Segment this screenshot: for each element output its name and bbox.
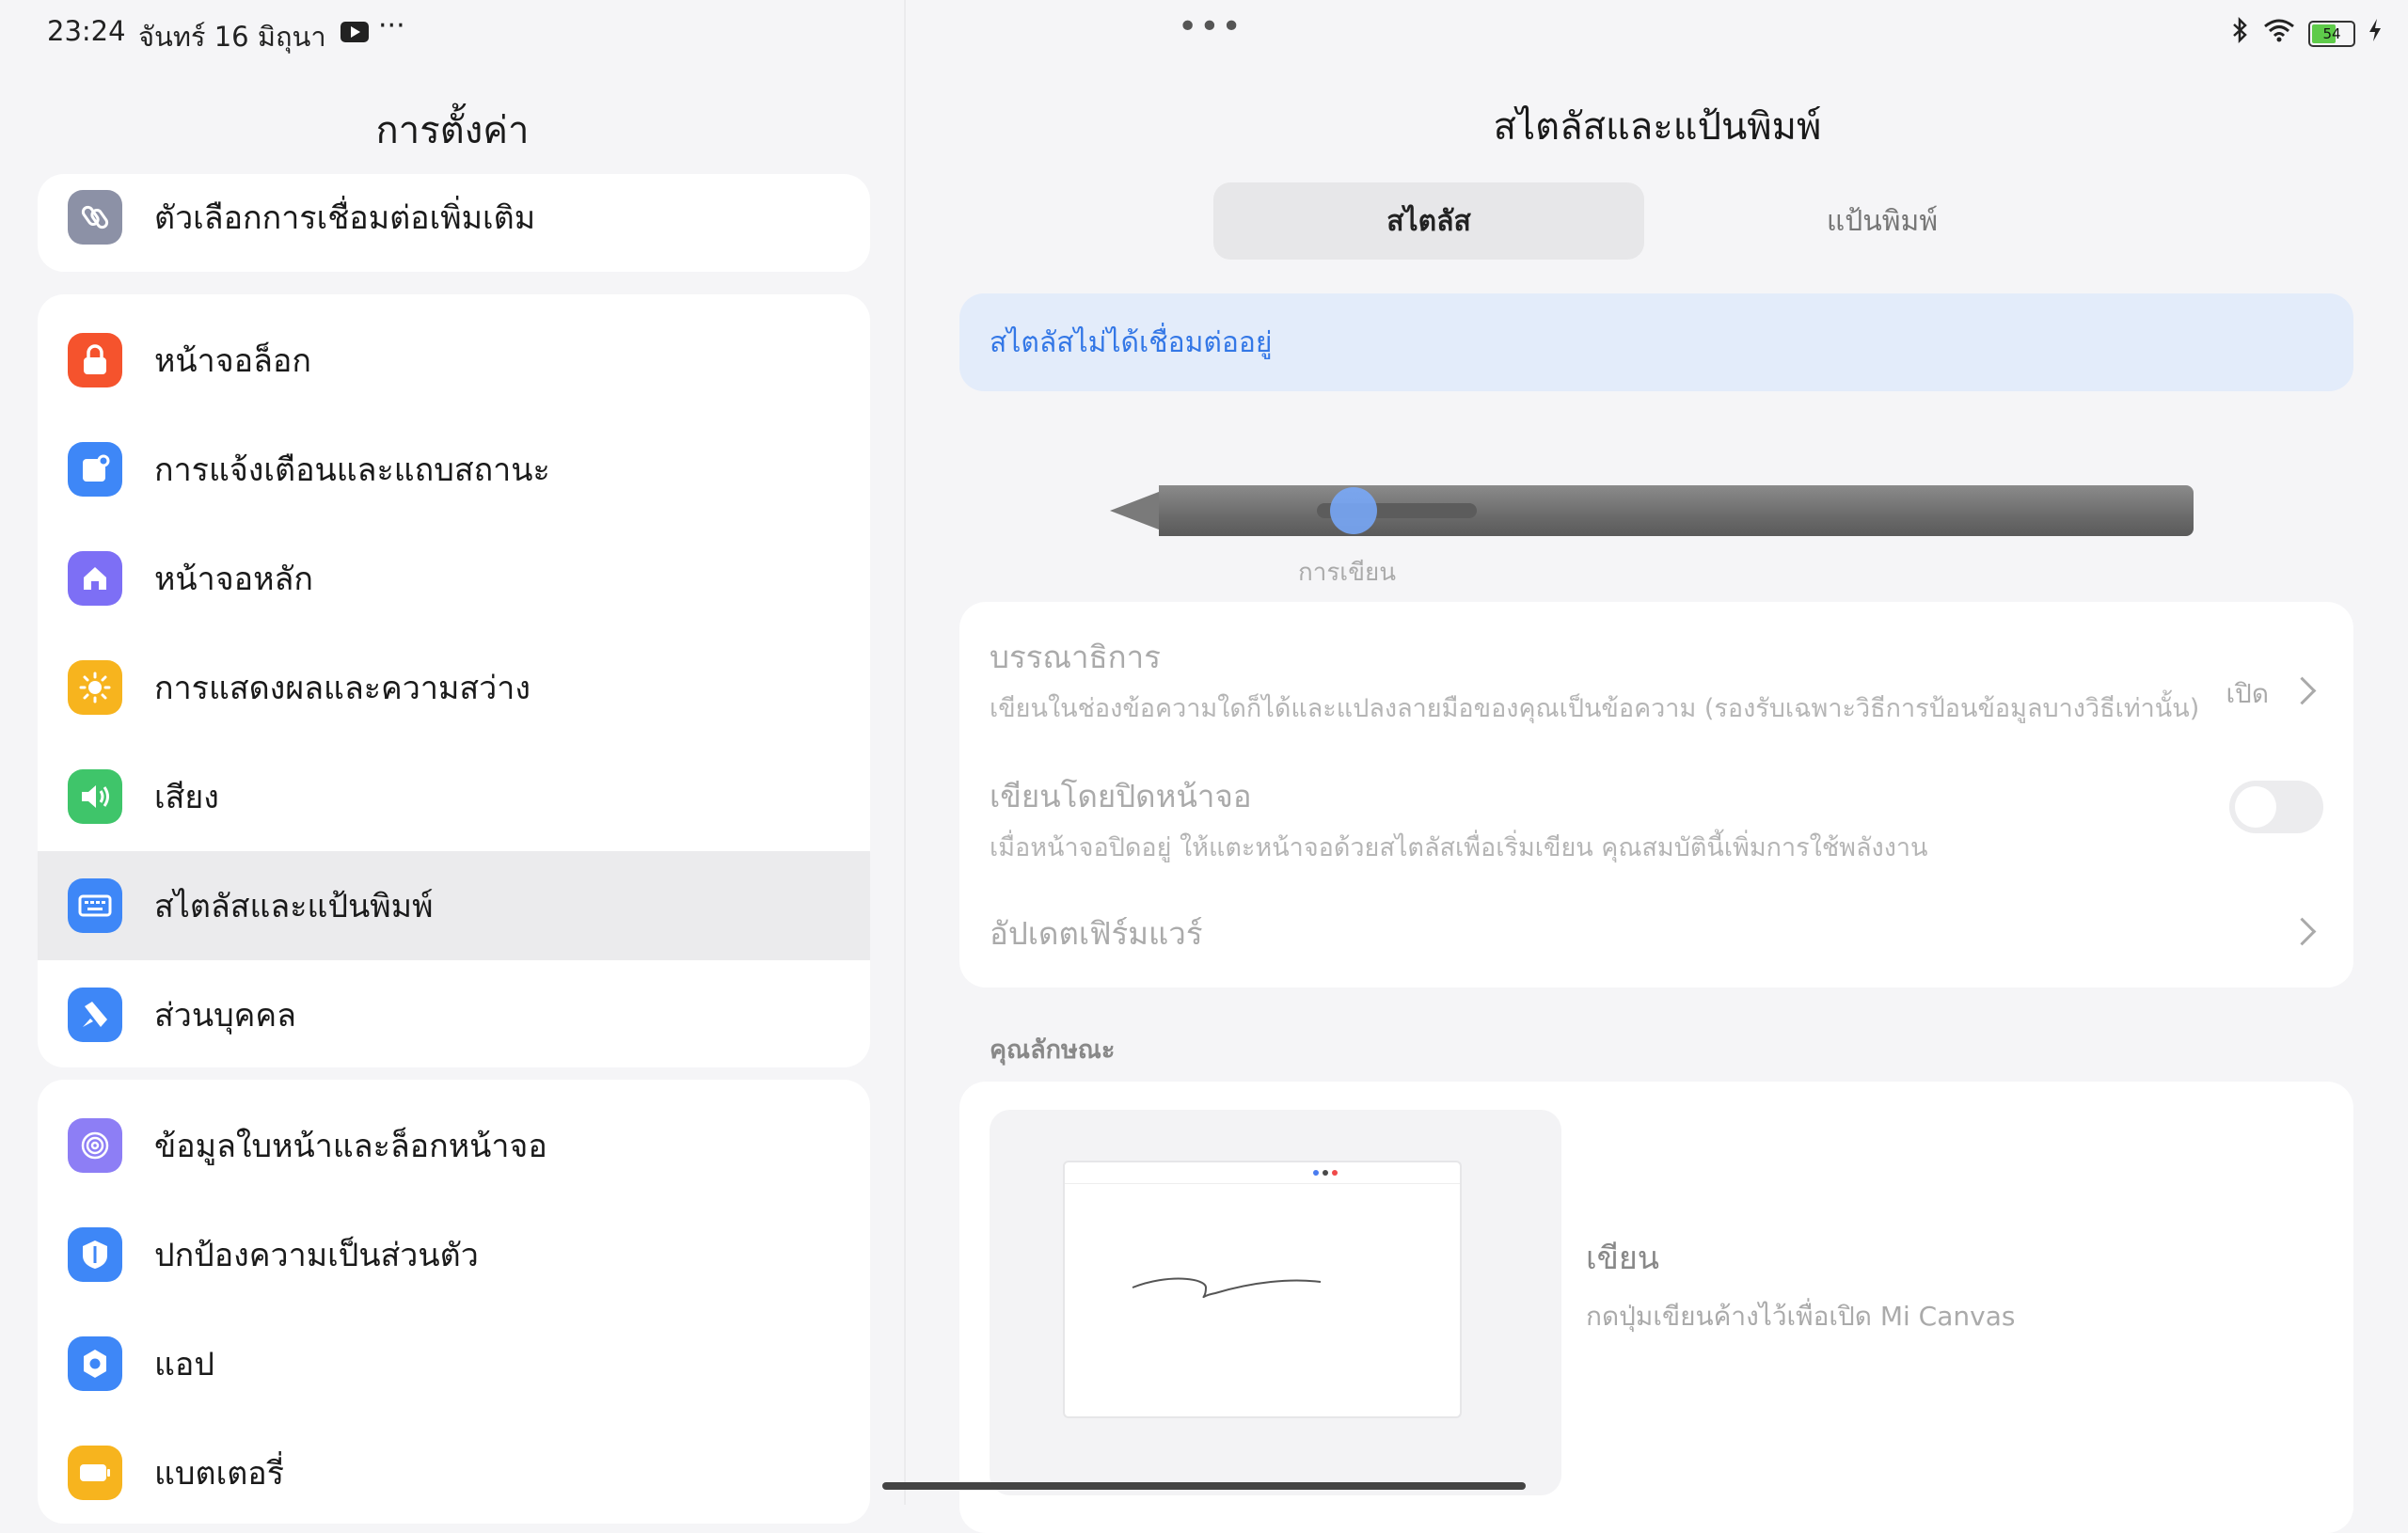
- connection-status-banner: สไตลัสไม่ได้เชื่อมต่ออยู่: [959, 293, 2353, 391]
- link-icon: [68, 190, 122, 245]
- clock: 23:24: [47, 15, 126, 47]
- notification-icon: [68, 442, 122, 497]
- handwriting-title: บรรณาธิการ: [990, 639, 1161, 675]
- page-title: การตั้งค่า: [375, 109, 530, 152]
- write-screen-off-subtitle: เมื่อหน้าจอปิดอยู่ ให้แตะหน้าจอด้วยสไตลั…: [990, 833, 1928, 862]
- wifi-icon: [2263, 18, 2295, 49]
- canvas-preview-toolbar: [1065, 1162, 1460, 1184]
- tab-keyboard[interactable]: แป้นพิมพ์: [1667, 182, 2098, 260]
- settings-group-device: หน้าจอล็อก การแจ้งเตือนและแถบสถานะ หน้าจ…: [38, 294, 870, 1067]
- feature-subtitle: กดปุ่มเขียนค้างไว้เพื่อเปิด Mi Canvas: [1586, 1301, 2016, 1332]
- multitask-dots-icon[interactable]: •••: [1178, 8, 1244, 46]
- section-header-features: คุณลักษณะ: [990, 1035, 1116, 1065]
- handwriting-value: เปิด: [2226, 678, 2269, 709]
- home-indicator[interactable]: [882, 1482, 1526, 1490]
- sidebar-item-label: การแจ้งเตือนและแถบสถานะ: [154, 451, 550, 489]
- firmware-update-title: อัปเดตเฟิร์มแวร์: [990, 915, 1203, 952]
- tab-stylus[interactable]: สไตลัส: [1213, 182, 1644, 260]
- sidebar-item-display[interactable]: การแสดงผลและความสว่าง: [38, 633, 870, 742]
- settings-group-connectivity: ตัวเลือกการเชื่อมต่อเพิ่มเติม: [38, 174, 870, 272]
- sun-icon: [68, 660, 122, 715]
- status-bar: 23:24 จันทร์ 16 มิถุนา ··· ••• 54: [0, 0, 2408, 66]
- sidebar-item-privacy[interactable]: ปกป้องความเป็นส่วนตัว: [38, 1200, 870, 1309]
- stylus-button-caption: การเขียน: [1298, 559, 1396, 587]
- stylus-button-highlight: [1330, 487, 1377, 534]
- bluetooth-icon: [2231, 16, 2250, 50]
- sidebar-item-label: หน้าจอหลัก: [154, 561, 313, 598]
- gear-icon: [68, 1336, 122, 1391]
- canvas-preview-screen: [1063, 1161, 1462, 1418]
- handwriting-squiggle: [1132, 1277, 1322, 1299]
- youtube-icon: [341, 22, 369, 42]
- privacy-icon: [68, 1227, 122, 1282]
- segmented-tabs: สไตลัส แป้นพิมพ์: [1213, 182, 2098, 260]
- battery-indicator: 54: [2308, 20, 2355, 47]
- sidebar-item-face-data[interactable]: ข้อมูลใบหน้าและล็อกหน้าจอ: [38, 1091, 870, 1200]
- write-screen-off-toggle[interactable]: [2229, 781, 2323, 833]
- handwriting-row[interactable]: บรรณาธิการ เขียนในช่องข้อความใดก็ได้และแ…: [990, 632, 2323, 745]
- sidebar-item-label: แบตเตอรี่: [154, 1455, 284, 1493]
- more-notifications-icon: ···: [378, 9, 405, 42]
- sidebar-item-label: เสียง: [154, 779, 219, 816]
- sidebar-item-notifications[interactable]: การแจ้งเตือนและแถบสถานะ: [38, 415, 870, 524]
- sidebar-item-label: การแสดงผลและความสว่าง: [154, 670, 531, 707]
- color-dot-icon: [1332, 1170, 1338, 1176]
- stylus-illustration: [1110, 470, 2201, 583]
- brush-icon: [68, 988, 122, 1042]
- write-screen-off-row: เขียนโดยปิดหน้าจอ เมื่อหน้าจอปิดอยู่ ให้…: [990, 771, 2323, 884]
- connection-status-text: สไตลัสไม่ได้เชื่อมต่ออยู่: [990, 325, 1273, 359]
- handwriting-subtitle: เขียนในช่องข้อความใดก็ได้และแปลงลายมือขอ…: [990, 694, 2200, 723]
- keyboard-icon: [68, 878, 122, 933]
- sidebar-item-personalization[interactable]: ส่วนบุคคล: [38, 960, 870, 1067]
- sidebar-item-battery[interactable]: แบตเตอรี่: [38, 1418, 870, 1524]
- color-dot-icon: [1313, 1170, 1319, 1176]
- sidebar-item-sound[interactable]: เสียง: [38, 742, 870, 851]
- sidebar-item-label: ปกป้องความเป็นส่วนตัว: [154, 1237, 479, 1274]
- sidebar-item-connection-options[interactable]: ตัวเลือกการเชื่อมต่อเพิ่มเติม: [38, 174, 870, 266]
- battery-icon: [68, 1446, 122, 1500]
- firmware-update-row[interactable]: อัปเดตเฟิร์มแวร์: [990, 909, 2323, 974]
- battery-level: 54: [2322, 24, 2341, 42]
- sidebar-item-home-screen[interactable]: หน้าจอหลัก: [38, 524, 870, 633]
- color-dot-icon: [1323, 1170, 1328, 1176]
- fingerprint-icon: [68, 1118, 122, 1173]
- sidebar-item-label: หน้าจอล็อก: [154, 342, 311, 380]
- settings-sidebar: การตั้งค่า ตัวเลือกการเชื่อมต่อเพิ่มเติม…: [0, 66, 905, 1524]
- sidebar-item-stylus-keyboard[interactable]: สไตลัสและแป้นพิมพ์: [38, 851, 870, 960]
- write-screen-off-title: เขียนโดยปิดหน้าจอ: [990, 778, 1252, 814]
- sidebar-item-label: ส่วนบุคคล: [154, 997, 296, 1035]
- settings-group-security: ข้อมูลใบหน้าและล็อกหน้าจอ ปกป้องความเป็น…: [38, 1080, 870, 1524]
- date: จันทร์ 16 มิถุนา: [138, 21, 326, 53]
- sidebar-item-label: แอป: [154, 1346, 214, 1383]
- mi-canvas-preview: [990, 1110, 1561, 1495]
- feature-title: เขียน: [1586, 1240, 1660, 1277]
- stylus-settings-card: บรรณาธิการ เขียนในช่องข้อความใดก็ได้และแ…: [959, 602, 2353, 988]
- stylus-body: [1159, 485, 2194, 536]
- sidebar-item-apps[interactable]: แอป: [38, 1309, 870, 1418]
- sidebar-item-label: ข้อมูลใบหน้าและล็อกหน้าจอ: [154, 1128, 547, 1165]
- sidebar-item-label: สไตลัสและแป้นพิมพ์: [154, 888, 434, 925]
- charging-icon: [2368, 18, 2382, 49]
- detail-title: สไตลัสและแป้นพิมพ์: [1493, 105, 1822, 149]
- status-icons: 54: [2231, 16, 2382, 50]
- sidebar-item-label: ตัวเลือกการเชื่อมต่อเพิ่มเติม: [154, 199, 536, 237]
- lock-icon: [68, 333, 122, 387]
- feature-card-write[interactable]: เขียน กดปุ่มเขียนค้างไว้เพื่อเปิด Mi Can…: [959, 1082, 2353, 1533]
- home-icon: [68, 551, 122, 606]
- pane-divider: [904, 0, 906, 1505]
- sidebar-item-lock-screen[interactable]: หน้าจอล็อก: [38, 306, 870, 415]
- speaker-icon: [68, 769, 122, 824]
